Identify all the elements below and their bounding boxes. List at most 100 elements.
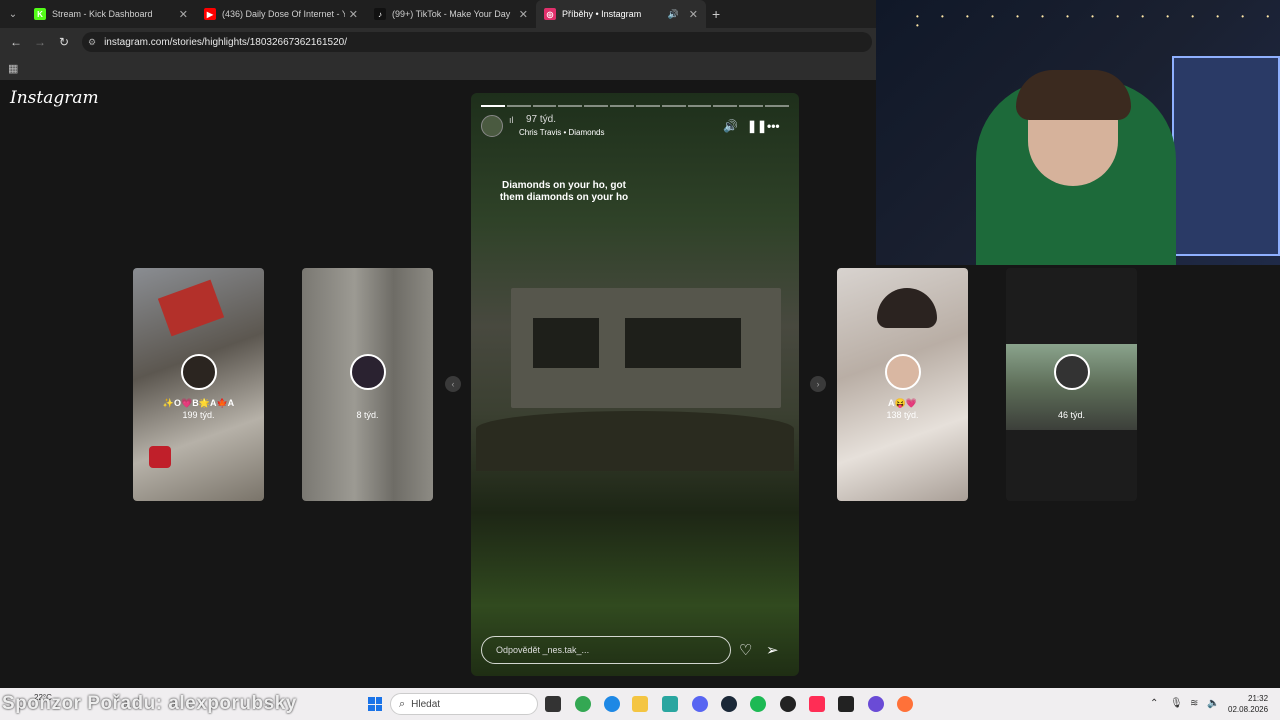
microphone-icon[interactable]: 🎙: [1170, 698, 1183, 709]
notepad-icon[interactable]: [662, 696, 678, 712]
site-info-icon[interactable]: ⚙: [88, 37, 96, 48]
bookmarks-bar: ▦: [0, 56, 876, 80]
clock[interactable]: 21:32 02.08.2026: [1228, 693, 1268, 715]
story-time: 8 týd.: [356, 410, 379, 420]
edge-icon[interactable]: [604, 696, 620, 712]
ruin-building-image: [511, 288, 781, 408]
firefox-icon[interactable]: [897, 696, 913, 712]
url-text: instagram.com/stories/highlights/1803266…: [104, 36, 348, 48]
pause-icon[interactable]: ❚❚: [747, 119, 767, 133]
progress-segment: [635, 105, 660, 107]
tab-search-chevron-icon[interactable]: ⌄: [0, 0, 26, 28]
avatar: [180, 354, 217, 390]
progress-segment: [610, 105, 634, 107]
story-card[interactable]: 46 týd.: [1006, 268, 1137, 501]
more-options-icon[interactable]: •••: [767, 119, 780, 133]
obs-icon[interactable]: [780, 696, 796, 712]
tab-close-icon[interactable]: ✕: [519, 8, 528, 21]
pool-image: [476, 411, 794, 471]
tab-close-icon[interactable]: ✕: [689, 8, 698, 21]
tabs-container: K Stream - Kick Dashboard ✕ ▶ (436) Daily Do…: [26, 0, 706, 28]
wifi-icon[interactable]: ≋: [1190, 698, 1198, 709]
new-tab-button[interactable]: +: [712, 6, 720, 22]
main-story[interactable]: 97 týd. ıl Chris Travis • Diamonds 🔊 ❚❚ …: [471, 93, 799, 676]
webcam-overlay: • • • • • • • • • • • • • • • •: [876, 0, 1280, 265]
next-story-icon[interactable]: ›: [810, 376, 826, 392]
address-bar-row: ← → ↻ ⚙ instagram.com/stories/highlights…: [0, 28, 876, 56]
sponsor-overlay: Sponzor Pořadu: alexporubsky: [2, 693, 297, 714]
forward-arrow-icon[interactable]: →: [28, 35, 52, 49]
story-time: 199 týd.: [182, 410, 215, 420]
tab-audio-icon[interactable]: 🔊: [668, 9, 679, 20]
search-placeholder: Hledat: [411, 698, 441, 710]
fairy-lights: • • • • • • • • • • • • • • • •: [916, 12, 1280, 30]
back-arrow-icon[interactable]: ←: [4, 35, 28, 49]
tab-favicon-icon: ♪: [374, 8, 386, 20]
speaker-icon[interactable]: 🔈: [1207, 698, 1219, 709]
story-music[interactable]: Chris Travis • Diamonds: [519, 128, 605, 137]
chrome-icon[interactable]: [575, 696, 591, 712]
tab-title: Stream - Kick Dashboard: [52, 9, 153, 19]
taskbar-search[interactable]: ⌕ Hledat: [390, 693, 538, 715]
story-name: ✨O💗B🌟A🍁A: [162, 398, 235, 408]
previous-story-icon[interactable]: ‹: [445, 376, 461, 392]
reload-icon[interactable]: ↻: [52, 35, 76, 49]
tab-strip: ⌄ K Stream - Kick Dashboard ✕ ▶ (436) Daily …: [0, 0, 876, 28]
tab-close-icon[interactable]: ✕: [179, 8, 188, 21]
search-icon: ⌕: [399, 697, 406, 710]
browser-tab[interactable]: ▶ (436) Daily Dose Of Internet - Y ✕: [196, 0, 366, 28]
tab-favicon-icon: K: [34, 8, 46, 20]
instagram-logo[interactable]: Instagram: [10, 88, 99, 108]
progress-segment: [687, 105, 712, 107]
tiktok-app-icon[interactable]: [809, 696, 825, 712]
windows-start-icon[interactable]: [368, 697, 382, 711]
progress-segment: [713, 105, 738, 107]
clock-date: 02.08.2026: [1228, 705, 1269, 714]
reply-input[interactable]: Odpovědět _nes.tak_...: [481, 636, 731, 664]
story-card[interactable]: A😝💗 138 týd.: [837, 268, 968, 501]
apps-grid-icon[interactable]: ▦: [8, 62, 18, 75]
volume-icon[interactable]: 🔊: [723, 119, 738, 133]
story-time: 97 týd.: [526, 114, 557, 125]
story-card[interactable]: 8 týd.: [302, 268, 433, 501]
tab-favicon-icon: ◎: [544, 8, 556, 20]
send-icon[interactable]: ➢: [766, 641, 779, 659]
tab-close-icon[interactable]: ✕: [349, 8, 358, 21]
story-caption: Diamonds on your ho, got them diamonds o…: [499, 180, 629, 203]
progress-segment: [584, 105, 609, 107]
avatar: [884, 354, 921, 390]
progress-segment: [661, 105, 686, 107]
discord-icon[interactable]: [692, 696, 708, 712]
story-author-avatar[interactable]: [481, 115, 503, 137]
ruin-opening-right: [625, 318, 741, 368]
card-thumbnail-object: [157, 279, 225, 337]
progress-segment: [765, 105, 789, 107]
avatar: [349, 354, 386, 390]
story-name: A😝💗: [888, 398, 917, 408]
browser-tab[interactable]: K Stream - Kick Dashboard ✕: [26, 0, 196, 28]
file-explorer-icon[interactable]: [632, 696, 648, 712]
progress-segment: [481, 105, 505, 107]
music-bars-icon: ıl: [509, 115, 514, 125]
progress-segment: [739, 105, 764, 107]
progress-segment: [532, 105, 557, 107]
url-field[interactable]: ⚙ instagram.com/stories/highlights/18032…: [82, 32, 872, 52]
card-thumbnail-hair: [877, 288, 937, 328]
ruin-opening-left: [533, 318, 599, 368]
progress-segment: [558, 105, 583, 107]
story-card[interactable]: ✨O💗B🌟A🍁A 199 týd.: [133, 268, 264, 501]
shelf: [1172, 56, 1280, 256]
tray-chevron-icon[interactable]: ⌃: [1150, 698, 1158, 709]
story-time: 138 týd.: [886, 410, 919, 420]
capcut-icon[interactable]: [838, 696, 854, 712]
tab-favicon-icon: ▶: [204, 8, 216, 20]
heart-icon[interactable]: ♡: [739, 641, 752, 659]
streamer-hair: [1016, 70, 1131, 120]
app-icon[interactable]: [868, 696, 884, 712]
browser-tab[interactable]: ◎ Příběhy • Instagram 🔊 ✕: [536, 0, 706, 28]
steam-icon[interactable]: [721, 696, 737, 712]
card-thumbnail-mask: [149, 446, 171, 468]
task-view-icon[interactable]: [545, 696, 561, 712]
browser-tab[interactable]: ♪ (99+) TikTok - Make Your Day ✕: [366, 0, 536, 28]
spotify-icon[interactable]: [750, 696, 766, 712]
